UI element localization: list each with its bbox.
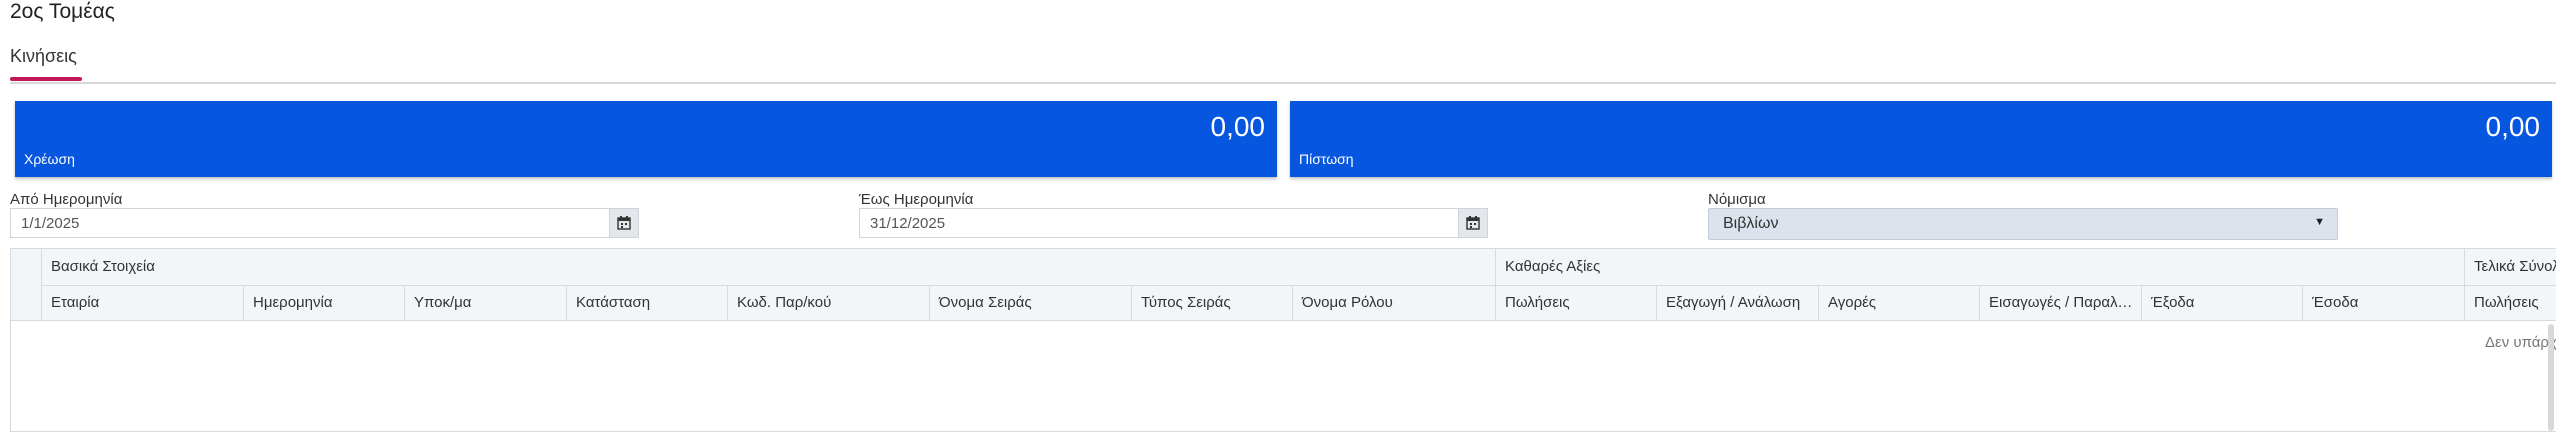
- from-date-calendar-button[interactable]: [609, 209, 638, 237]
- grid-empty-message: Δεν υπάρχουν εγγραφές: [2485, 334, 2556, 351]
- col-series-type[interactable]: Τύπος Σειράς: [1132, 285, 1293, 320]
- page-title: 2ος Τομέας: [10, 0, 115, 23]
- from-date-field[interactable]: [10, 208, 639, 238]
- debit-value: 0,00: [1210, 111, 1266, 142]
- currency-label: Νόμισμα: [1708, 191, 1766, 208]
- col-net-imports[interactable]: Εισαγωγές / Παραλαβές: [1980, 285, 2142, 320]
- col-net-sales[interactable]: Πωλήσεις: [1496, 285, 1657, 320]
- row-selector-header[interactable]: [11, 249, 42, 320]
- tab-bar: Κινήσεις: [10, 44, 2556, 84]
- currency-select[interactable]: Βιβλίων ▼: [1708, 208, 2338, 240]
- to-date-field[interactable]: [859, 208, 1488, 238]
- col-company[interactable]: Εταιρία: [42, 285, 244, 320]
- col-net-expenses[interactable]: Έξοδα: [2142, 285, 2303, 320]
- calendar-icon: [1466, 216, 1480, 230]
- from-date-input[interactable]: [11, 209, 606, 237]
- col-document-code[interactable]: Κωδ. Παρ/κού: [728, 285, 930, 320]
- to-date-label: Έως Ημερομηνία: [859, 191, 974, 208]
- col-net-income[interactable]: Έσοδα: [2303, 285, 2465, 320]
- tab-movements[interactable]: Κινήσεις: [10, 46, 77, 75]
- currency-selected-value: Βιβλίων: [1723, 215, 1779, 232]
- col-date[interactable]: Ημερομηνία: [244, 285, 405, 320]
- dropdown-arrow-icon: ▼: [2314, 216, 2325, 228]
- from-date-label: Από Ημερομηνία: [10, 191, 123, 208]
- calendar-icon: [617, 216, 631, 230]
- movements-grid: Βασικά Στοιχεία Καθαρές Αξίες Τελικά Σύν…: [10, 248, 2556, 432]
- col-net-purchases[interactable]: Αγορές: [1819, 285, 1980, 320]
- active-tab-indicator: [10, 77, 82, 81]
- debit-label: Χρέωση: [24, 151, 75, 167]
- credit-value: 0,00: [2485, 111, 2541, 142]
- credit-label: Πίστωση: [1299, 151, 1354, 167]
- col-total-sales[interactable]: Πωλήσεις: [2465, 285, 2556, 320]
- col-net-exports[interactable]: Εξαγωγή / Ανάλωση: [1657, 285, 1819, 320]
- to-date-input[interactable]: [860, 209, 1455, 237]
- debit-card: 0,00 Χρέωση: [15, 101, 1277, 177]
- col-role-name[interactable]: Όνομα Ρόλου: [1293, 285, 1496, 320]
- column-header-row: Εταιρία Ημερομηνία Υποκ/μα Κατάσταση Κωδ…: [42, 249, 2556, 320]
- col-branch[interactable]: Υποκ/μα: [405, 285, 567, 320]
- grid-vertical-scrollbar[interactable]: [2548, 324, 2554, 431]
- to-date-calendar-button[interactable]: [1458, 209, 1487, 237]
- col-status[interactable]: Κατάσταση: [567, 285, 728, 320]
- col-series-name[interactable]: Όνομα Σειράς: [930, 285, 1132, 320]
- credit-card: 0,00 Πίστωση: [1290, 101, 2552, 177]
